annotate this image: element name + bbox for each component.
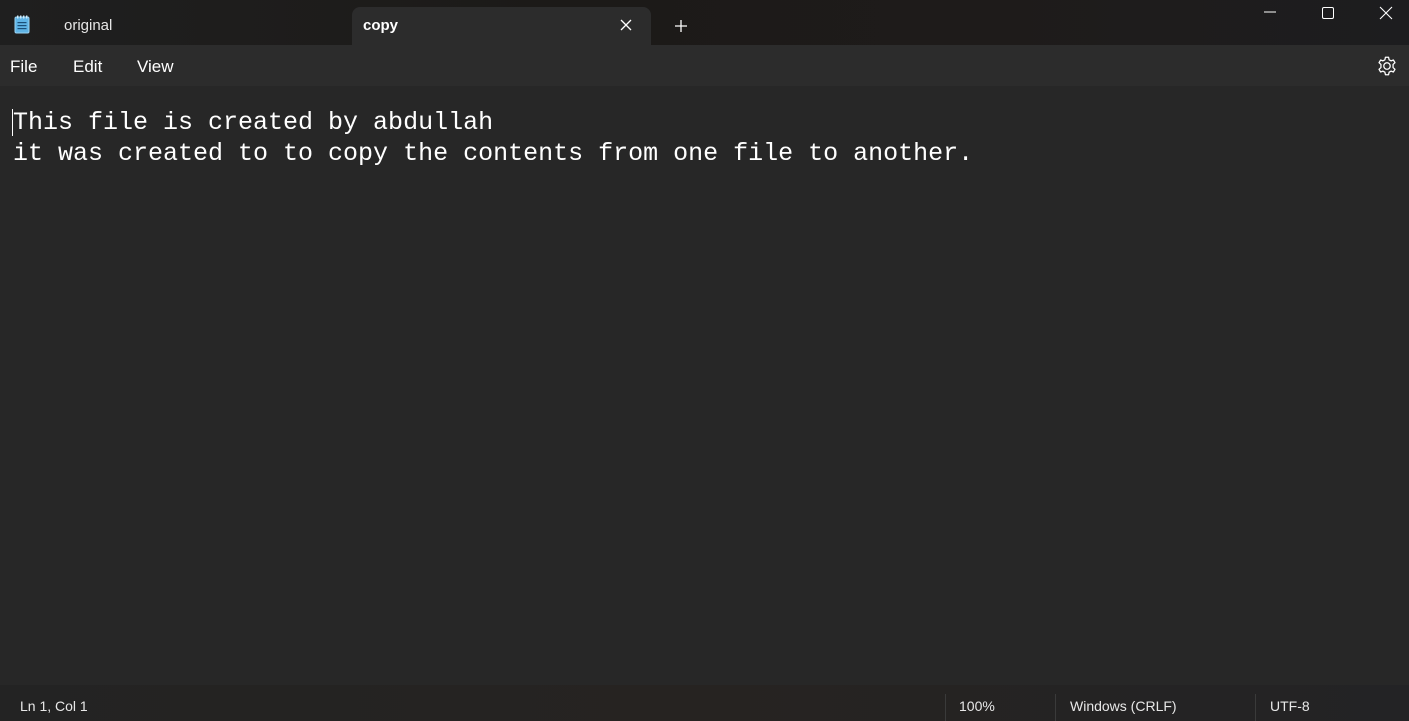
zoom-level[interactable]: 100% — [959, 698, 995, 714]
gear-icon[interactable] — [1376, 55, 1398, 77]
status-bar: Ln 1, Col 1 100% Windows (CRLF) UTF-8 — [0, 685, 1409, 721]
menu-view[interactable]: View — [137, 57, 174, 77]
menu-bar: File Edit View — [0, 45, 1409, 86]
cursor-position: Ln 1, Col 1 — [20, 698, 88, 714]
new-tab-plus-icon[interactable] — [672, 17, 690, 35]
editor-line: it was created to to copy the contents f… — [13, 139, 974, 168]
tab-copy[interactable]: copy — [352, 7, 651, 45]
maximize-button[interactable] — [1299, 0, 1357, 30]
encoding[interactable]: UTF-8 — [1270, 698, 1310, 714]
tab-label: copy — [363, 17, 399, 34]
editor-line: This file is created by abdullah — [13, 108, 494, 137]
title-bar[interactable]: original copy — [0, 0, 1409, 45]
text-editor-area[interactable]: This file is created by abdullah it was … — [0, 86, 1409, 684]
maximize-icon — [1322, 7, 1334, 19]
status-divider — [1055, 694, 1056, 721]
notepad-window: original copy File Edit View This file i… — [0, 0, 1409, 721]
line-ending[interactable]: Windows (CRLF) — [1070, 698, 1177, 714]
notepad-icon — [14, 15, 30, 34]
status-divider — [1255, 694, 1256, 721]
tab-original[interactable]: original — [46, 7, 346, 45]
tab-label: original — [64, 17, 113, 34]
minimize-icon — [1264, 11, 1276, 13]
menu-edit[interactable]: Edit — [73, 57, 102, 77]
close-window-button[interactable] — [1357, 0, 1409, 30]
menu-file[interactable]: File — [10, 57, 37, 77]
close-icon — [1379, 6, 1393, 20]
close-tab-icon[interactable] — [619, 18, 633, 32]
status-divider — [945, 694, 946, 721]
minimize-button[interactable] — [1241, 0, 1299, 30]
